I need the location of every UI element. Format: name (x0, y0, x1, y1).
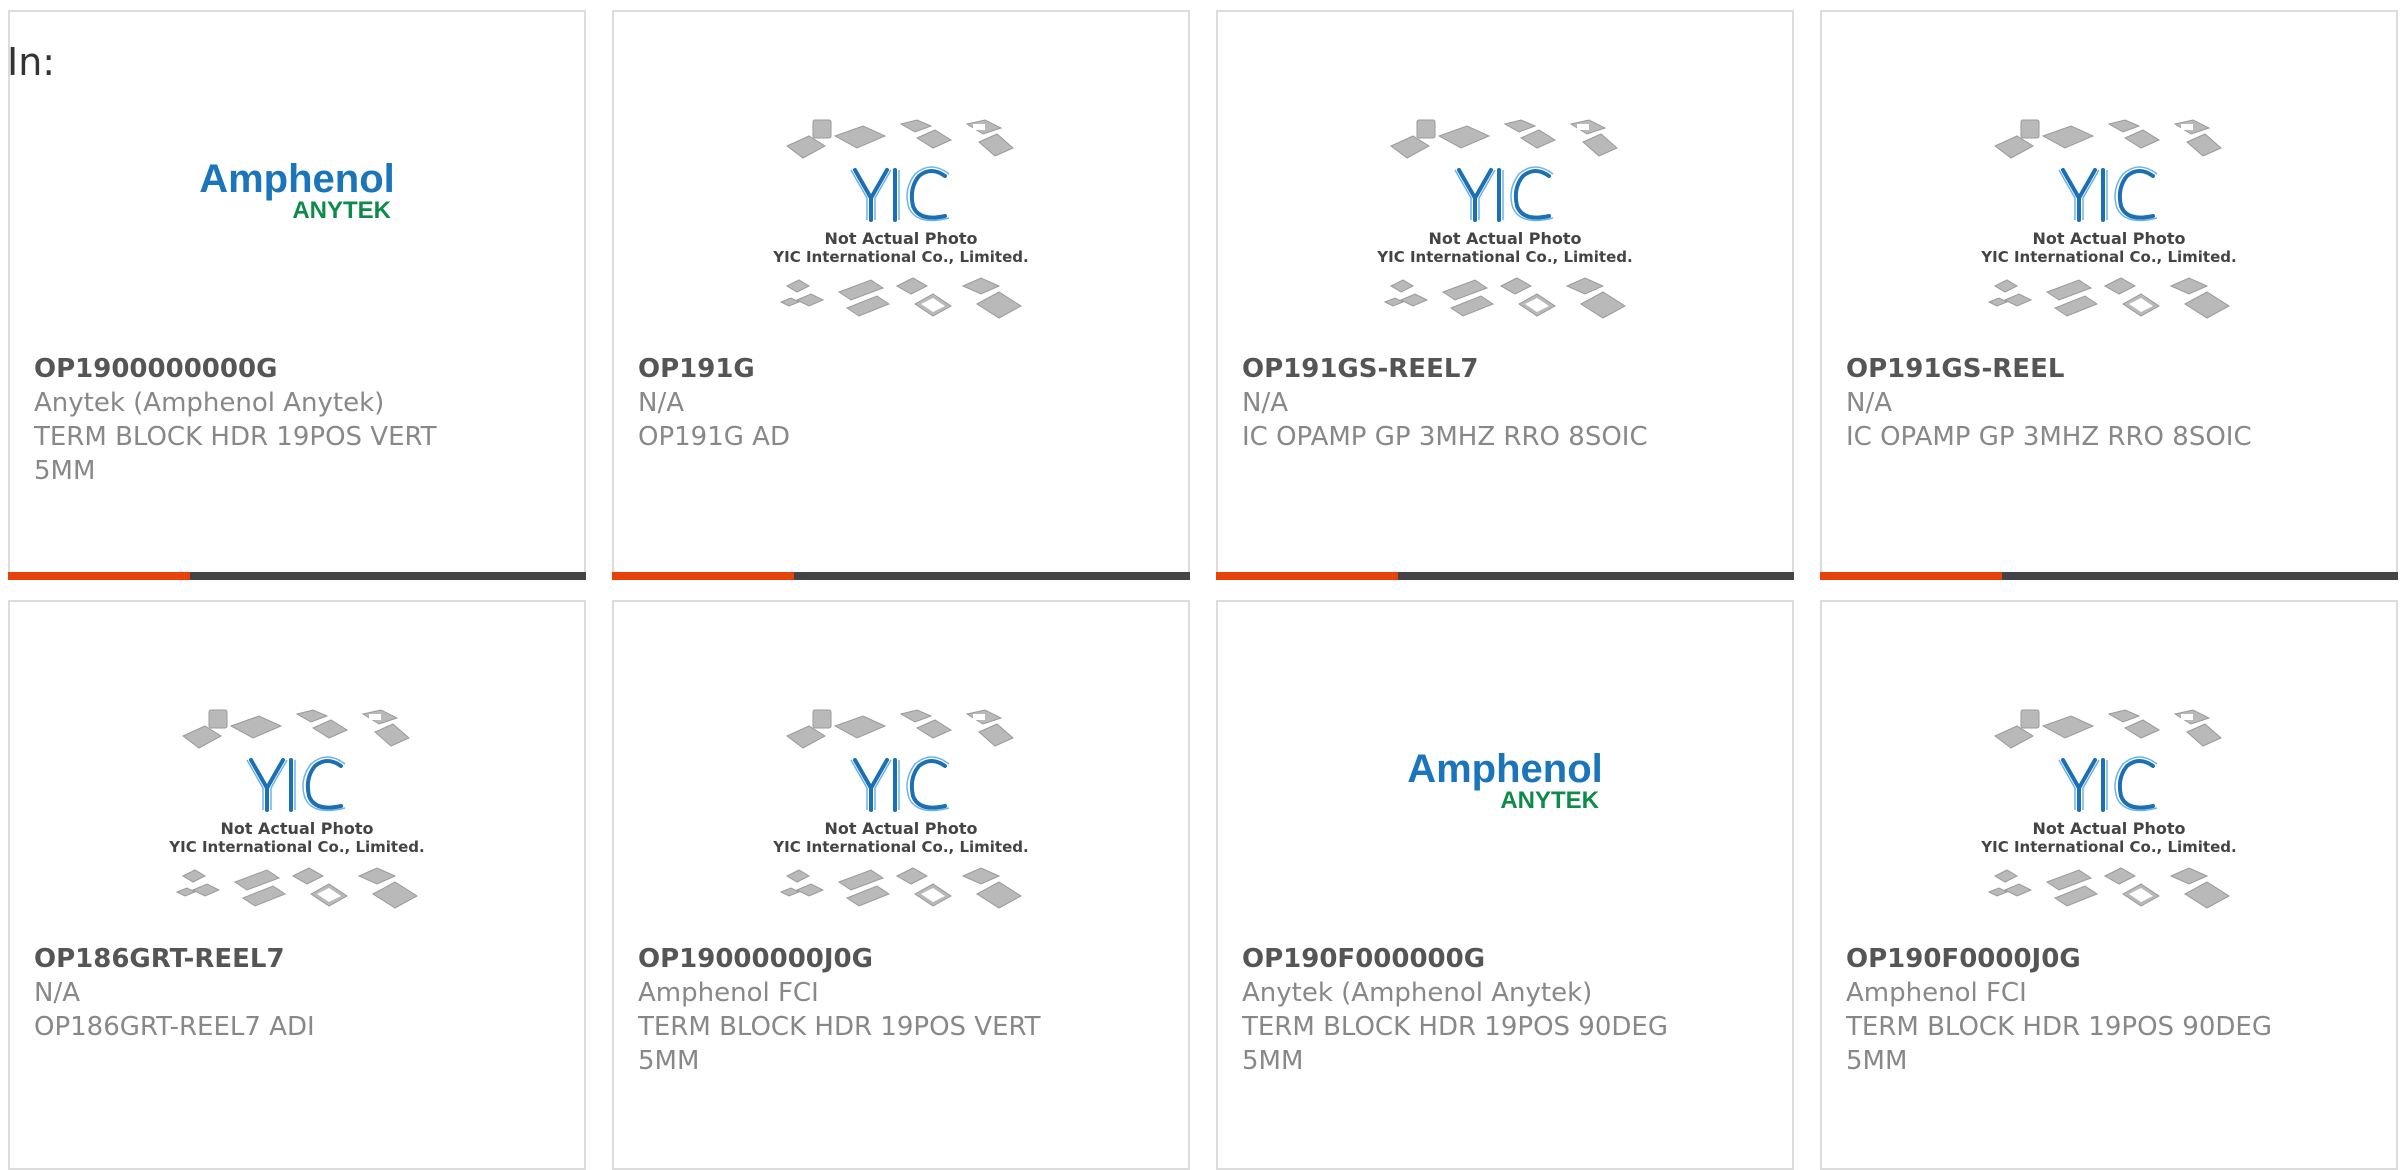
manufacturer: Amphenol FCI (1846, 978, 2027, 1008)
manufacturer: N/A (1846, 388, 1892, 418)
placeholder-chip-image: Not Actual Photo YIC International Co., … (1980, 119, 2237, 319)
svg-text:YIC International Co., Limited: YIC International Co., Limited. (168, 838, 424, 856)
manufacturer: Anytek (Amphenol Anytek) (34, 388, 385, 418)
manufacturer: N/A (1242, 388, 1288, 418)
manufacturer: Amphenol FCI (638, 978, 819, 1008)
description-continued: 5MM (1242, 1046, 1304, 1076)
description: TERM BLOCK HDR 19POS VERT (34, 422, 437, 452)
svg-text:YIC International Co., Limited: YIC International Co., Limited. (1980, 838, 2236, 856)
filter-label: In: (7, 40, 56, 84)
product-card[interactable]: Not Actual Photo YIC International Co., … (1820, 10, 2398, 580)
product-card[interactable]: Not Actual Photo YIC International Co., … (1820, 600, 2398, 1170)
svg-text:Amphenol: Amphenol (1407, 747, 1603, 791)
part-number[interactable]: OP186GRT-REEL7 (34, 942, 560, 976)
placeholder-chip-image: Not Actual Photo YIC International Co., … (168, 709, 425, 909)
svg-text:YIC International Co., Limited: YIC International Co., Limited. (772, 838, 1028, 856)
manufacturer: N/A (638, 388, 684, 418)
description: TERM BLOCK HDR 19POS 90DEG (1242, 1012, 1668, 1042)
placeholder-chip-image: Not Actual Photo YIC International Co., … (772, 709, 1029, 909)
amphenol-anytek-logo: AmphenolANYTEK (1407, 747, 1603, 814)
manufacturer: Anytek (Amphenol Anytek) (1242, 978, 1593, 1008)
product-image[interactable]: Amphenol ANYTEK (10, 90, 584, 352)
svg-text:Not Actual Photo: Not Actual Photo (1428, 229, 1581, 248)
svg-text:YIC International Co., Limited: YIC International Co., Limited. (1980, 248, 2236, 266)
description-continued: 5MM (1846, 1046, 1908, 1076)
description-continued: 5MM (638, 1046, 700, 1076)
placeholder-chip-image: Not Actual Photo YIC International Co., … (1376, 119, 1633, 319)
amphenol-anytek-logo: AmphenolANYTEK (199, 157, 395, 224)
product-info: OP190F000000G Anytek (Amphenol Anytek) T… (1242, 942, 1768, 1078)
svg-text:YIC International Co., Limited: YIC International Co., Limited. (772, 248, 1028, 266)
description: TERM BLOCK HDR 19POS VERT (638, 1012, 1041, 1042)
card-bottom-bar (1216, 572, 1794, 580)
description: TERM BLOCK HDR 19POS 90DEG (1846, 1012, 2272, 1042)
product-card[interactable]: Amphenol ANYTEK OP1900000000G Anytek (Amp… (8, 10, 586, 580)
part-number[interactable]: OP1900000000G (34, 352, 560, 386)
product-image[interactable]: Not Actual Photo YIC International Co., … (1822, 90, 2396, 352)
card-bar-accent (612, 572, 794, 580)
product-card[interactable]: Not Actual Photo YIC International Co., … (1216, 10, 1794, 580)
card-bar-accent (1820, 572, 2002, 580)
product-info: OP186GRT-REEL7 N/A OP186GRT-REEL7 ADI (34, 942, 560, 1044)
card-bottom-bar (1820, 572, 2398, 580)
placeholder-chip-image: Not Actual Photo YIC International Co., … (772, 119, 1029, 319)
product-card[interactable]: Not Actual Photo YIC International Co., … (8, 600, 586, 1170)
svg-text:Not Actual Photo: Not Actual Photo (2032, 229, 2185, 248)
part-number[interactable]: OP190F0000J0G (1846, 942, 2372, 976)
product-info: OP190F0000J0G Amphenol FCI TERM BLOCK HD… (1846, 942, 2372, 1078)
product-card[interactable]: Amphenol ANYTEK OP190F000000G Anytek (Amp… (1216, 600, 1794, 1170)
card-bottom-bar (8, 572, 586, 580)
svg-text:Not Actual Photo: Not Actual Photo (824, 229, 977, 248)
svg-text:ANYTEK: ANYTEK (292, 197, 391, 224)
product-info: OP191GS-REEL7 N/A IC OPAMP GP 3MHZ RRO 8… (1242, 352, 1768, 454)
manufacturer: N/A (34, 978, 80, 1008)
description: OP191G AD (638, 422, 790, 452)
product-image[interactable]: Not Actual Photo YIC International Co., … (614, 90, 1188, 352)
product-image[interactable]: Not Actual Photo YIC International Co., … (1218, 90, 1792, 352)
placeholder-chip-image: Not Actual Photo YIC International Co., … (1980, 709, 2237, 909)
svg-text:Not Actual Photo: Not Actual Photo (2032, 819, 2185, 838)
svg-text:Not Actual Photo: Not Actual Photo (824, 819, 977, 838)
part-number[interactable]: OP19000000J0G (638, 942, 1164, 976)
part-number[interactable]: OP191GS-REEL7 (1242, 352, 1768, 386)
svg-text:YIC International Co., Limited: YIC International Co., Limited. (1376, 248, 1632, 266)
product-image[interactable]: Amphenol ANYTEK (1218, 680, 1792, 942)
description: OP186GRT-REEL7 ADI (34, 1012, 315, 1042)
card-bar-accent (1216, 572, 1398, 580)
product-card[interactable]: Not Actual Photo YIC International Co., … (612, 600, 1190, 1170)
description-continued: 5MM (34, 456, 96, 486)
card-bottom-bar (612, 572, 1190, 580)
product-image[interactable]: Not Actual Photo YIC International Co., … (1822, 680, 2396, 942)
svg-text:ANYTEK: ANYTEK (1500, 787, 1599, 814)
product-image[interactable]: Not Actual Photo YIC International Co., … (614, 680, 1188, 942)
svg-text:Not Actual Photo: Not Actual Photo (220, 819, 373, 838)
product-info: OP1900000000G Anytek (Amphenol Anytek) T… (34, 352, 560, 488)
product-image[interactable]: Not Actual Photo YIC International Co., … (10, 680, 584, 942)
description: IC OPAMP GP 3MHZ RRO 8SOIC (1242, 422, 1648, 452)
card-bar-accent (8, 572, 190, 580)
svg-text:Amphenol: Amphenol (199, 157, 395, 201)
product-info: OP19000000J0G Amphenol FCI TERM BLOCK HD… (638, 942, 1164, 1078)
description: IC OPAMP GP 3MHZ RRO 8SOIC (1846, 422, 2252, 452)
part-number[interactable]: OP191GS-REEL (1846, 352, 2372, 386)
product-info: OP191GS-REEL N/A IC OPAMP GP 3MHZ RRO 8S… (1846, 352, 2372, 454)
part-number[interactable]: OP191G (638, 352, 1164, 386)
part-number[interactable]: OP190F000000G (1242, 942, 1768, 976)
product-info: OP191G N/A OP191G AD (638, 352, 1164, 454)
product-card[interactable]: Not Actual Photo YIC International Co., … (612, 10, 1190, 580)
